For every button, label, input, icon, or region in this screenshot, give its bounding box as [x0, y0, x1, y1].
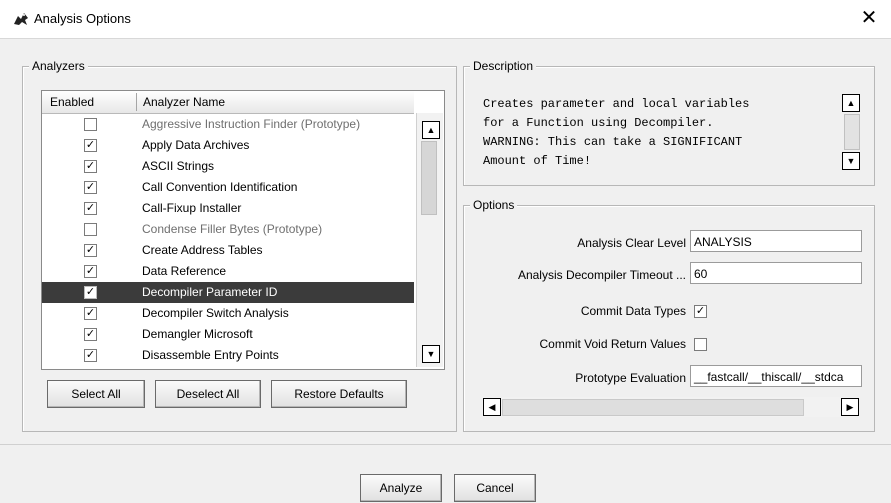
analyzer-name: Decompiler Switch Analysis	[142, 306, 289, 320]
enabled-checkbox[interactable]: ✓	[84, 265, 97, 278]
analyzer-row[interactable]: ✓ Apply Data Archives	[42, 135, 414, 156]
enabled-checkbox[interactable]: ✓	[84, 307, 97, 320]
analyzer-row[interactable]: ✓ ASCII Strings	[42, 156, 414, 177]
scroll-down-icon[interactable]: ▼	[422, 345, 440, 363]
restore-defaults-button[interactable]: Restore Defaults	[271, 380, 407, 408]
column-separator[interactable]	[136, 93, 137, 111]
analyzer-name: Disassemble Entry Points	[142, 348, 279, 362]
enabled-checkbox[interactable]: ✓	[84, 181, 97, 194]
enabled-checkbox[interactable]	[84, 223, 97, 236]
analyzer-name: Condense Filler Bytes (Prototype)	[142, 222, 323, 236]
analyze-button[interactable]: Analyze	[360, 474, 442, 502]
prototype-evaluation-label: Prototype Evaluation	[575, 371, 686, 385]
deselect-all-button[interactable]: Deselect All	[155, 380, 261, 408]
commit-data-types-label: Commit Data Types	[580, 304, 686, 318]
analyzer-name: Call-Fixup Installer	[142, 201, 242, 215]
analyzer-row[interactable]: ✓ Call Convention Identification	[42, 177, 414, 198]
enabled-checkbox[interactable]: ✓	[84, 244, 97, 257]
description-scroll-thumb[interactable]	[844, 114, 860, 150]
enabled-checkbox[interactable]	[84, 118, 97, 131]
column-header-analyzer-name[interactable]: Analyzer Name	[143, 95, 225, 109]
scroll-thumb[interactable]	[421, 141, 437, 215]
commit-void-return-checkbox[interactable]	[694, 338, 707, 351]
analyzers-vertical-scrollbar[interactable]: ▲ ▼	[416, 113, 443, 367]
description-scroll-up-icon[interactable]: ▲	[842, 94, 860, 112]
description-scrollbar[interactable]: ▲ ▼	[840, 92, 862, 172]
enabled-checkbox[interactable]: ✓	[84, 286, 97, 299]
enabled-checkbox[interactable]: ✓	[84, 160, 97, 173]
horizontal-scroll-thumb[interactable]	[502, 399, 804, 416]
analysis-clear-level-field[interactable]: ANALYSIS	[690, 230, 862, 252]
title-divider	[0, 38, 891, 39]
enabled-checkbox[interactable]: ✓	[84, 202, 97, 215]
scroll-left-icon[interactable]: ◀	[483, 398, 501, 416]
commit-void-return-label: Commit Void Return Values	[539, 337, 686, 351]
analyzer-row[interactable]: Aggressive Instruction Finder (Prototype…	[42, 114, 414, 135]
column-header-enabled[interactable]: Enabled	[50, 95, 94, 109]
cancel-button[interactable]: Cancel	[454, 474, 536, 502]
analyzer-name: Data Reference	[142, 264, 227, 278]
analyzer-row[interactable]: ✓ Decompiler Parameter ID	[42, 282, 414, 303]
enabled-checkbox[interactable]: ✓	[84, 349, 97, 362]
analyzer-name: Aggressive Instruction Finder (Prototype…	[142, 117, 361, 131]
analyzer-row[interactable]: ✓ Create Address Tables	[42, 240, 414, 261]
analyzer-row[interactable]: ✓ Data Reference	[42, 261, 414, 282]
description-legend: Description	[470, 59, 537, 73]
analyzer-row[interactable]: ✓ Decompiler Switch Analysis	[42, 303, 414, 324]
analyzers-table: Enabled Analyzer Name Aggressive Instruc…	[41, 90, 445, 370]
analyzer-name: Apply Data Archives	[142, 138, 250, 152]
ghidra-dragon-icon	[14, 13, 28, 25]
analyzer-row[interactable]: Condense Filler Bytes (Prototype)	[42, 219, 414, 240]
analyzers-legend: Analyzers	[29, 59, 88, 73]
enabled-checkbox[interactable]: ✓	[84, 328, 97, 341]
analyzer-row[interactable]: ✓ Demangler Microsoft	[42, 324, 414, 345]
scroll-right-icon[interactable]: ▶	[841, 398, 859, 416]
decompiler-timeout-label: Analysis Decompiler Timeout ...	[517, 268, 686, 282]
footer-divider	[0, 444, 891, 445]
title-bar: Analysis Options ✕	[0, 0, 891, 38]
analyzer-name: Call Convention Identification	[142, 180, 298, 194]
description-scroll-down-icon[interactable]: ▼	[842, 152, 860, 170]
decompiler-timeout-field[interactable]: 60	[690, 262, 862, 284]
enabled-checkbox[interactable]: ✓	[84, 139, 97, 152]
scroll-up-icon[interactable]: ▲	[422, 121, 440, 139]
analysis-clear-level-label: Analysis Clear Level	[577, 236, 686, 250]
analyzer-row[interactable]: ✓ Disassemble Entry Points	[42, 345, 414, 366]
analyzer-row[interactable]: ✓ Call-Fixup Installer	[42, 198, 414, 219]
analyzer-name: Decompiler Parameter ID	[142, 285, 278, 299]
window-title: Analysis Options	[34, 11, 131, 26]
options-horizontal-scrollbar[interactable]: ◀ ▶	[482, 397, 860, 417]
table-header: Enabled Analyzer Name	[42, 91, 414, 114]
commit-data-types-checkbox[interactable]: ✓	[694, 305, 707, 318]
options-legend: Options	[470, 198, 518, 212]
close-icon[interactable]: ✕	[857, 6, 881, 30]
analyzer-name: Demangler Microsoft	[142, 327, 253, 341]
analyzer-name: ASCII Strings	[142, 159, 215, 173]
prototype-evaluation-field[interactable]: __fastcall/__thiscall/__stdca	[690, 365, 862, 387]
analyzer-name: Create Address Tables	[142, 243, 263, 257]
select-all-button[interactable]: Select All	[47, 380, 145, 408]
description-text: Creates parameter and local variables fo…	[483, 97, 750, 168]
